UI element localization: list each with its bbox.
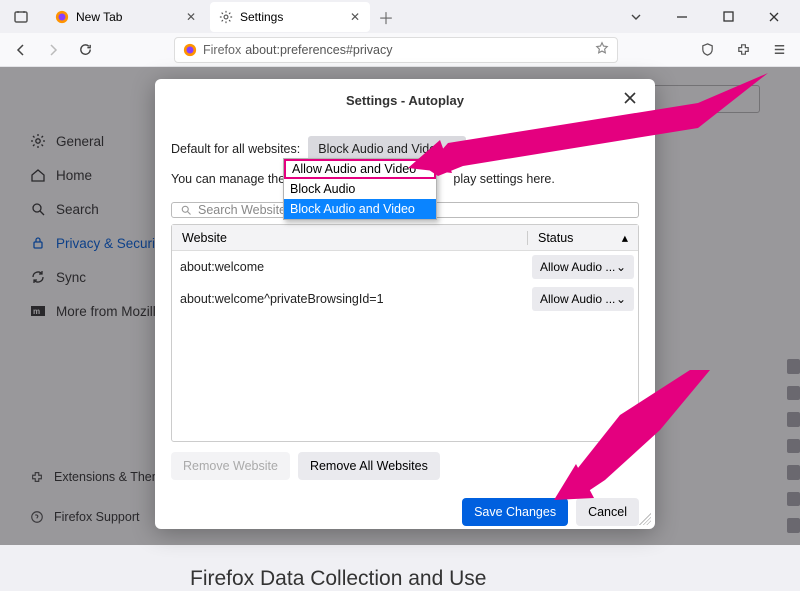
tab-label: Settings: [240, 10, 348, 24]
sort-asc-icon: ▴: [622, 230, 628, 245]
table-row[interactable]: about:welcome^privateBrowsingId=1 Allow …: [172, 283, 638, 315]
titlebar: New Tab ✕ Settings ✕ ＋: [0, 0, 800, 33]
window-close-button[interactable]: [760, 3, 788, 31]
default-label: Default for all websites:: [171, 142, 300, 156]
dropdown-option-allow-av[interactable]: Allow Audio and Video: [284, 159, 436, 179]
gear-icon: [218, 9, 234, 25]
cell-website: about:welcome^privateBrowsingId=1: [172, 292, 528, 306]
chevron-down-icon: ⌄: [616, 292, 626, 306]
dropdown-option-block-av[interactable]: Block Audio and Video: [284, 199, 436, 219]
firefox-icon: [54, 9, 70, 25]
table-row[interactable]: about:welcome Allow Audio ...⌄: [172, 251, 638, 283]
autoplay-dialog: Settings - Autoplay Default for all webs…: [155, 79, 655, 529]
reload-button[interactable]: [72, 37, 98, 63]
shield-icon[interactable]: [694, 37, 720, 63]
save-changes-button[interactable]: Save Changes: [462, 498, 568, 526]
window-minimize-button[interactable]: [668, 3, 696, 31]
forward-button: [40, 37, 66, 63]
remove-all-websites-button[interactable]: Remove All Websites: [298, 452, 440, 480]
new-tab-button[interactable]: ＋: [372, 3, 400, 31]
tab-close-icon[interactable]: ✕: [184, 10, 198, 24]
firefox-brand-icon: [183, 43, 197, 57]
extensions-icon[interactable]: [730, 37, 756, 63]
url-text: about:preferences#privacy: [245, 43, 392, 57]
search-placeholder: Search Website: [198, 203, 286, 217]
dialog-close-button[interactable]: [623, 91, 641, 109]
resize-grip[interactable]: [639, 513, 651, 525]
tab-label: New Tab: [76, 10, 184, 24]
col-header-website[interactable]: Website: [172, 231, 528, 245]
url-identity: Firefox: [203, 43, 241, 57]
bookmark-star-icon[interactable]: [595, 41, 609, 58]
default-select-dropdown: Allow Audio and Video Block Audio Block …: [283, 158, 437, 220]
tab-new[interactable]: New Tab ✕: [46, 2, 206, 32]
tab-settings[interactable]: Settings ✕: [210, 2, 370, 32]
chevron-down-icon: ▾: [451, 144, 456, 155]
section-heading: Firefox Data Collection and Use: [190, 567, 770, 591]
nav-toolbar: Firefox about:preferences#privacy: [0, 33, 800, 67]
overflow-chevron-icon[interactable]: [622, 3, 650, 31]
row-status-select[interactable]: Allow Audio ...⌄: [532, 255, 634, 279]
remove-website-button: Remove Website: [171, 452, 290, 480]
row-status-select[interactable]: Allow Audio ...⌄: [532, 287, 634, 311]
app-menu-button[interactable]: [766, 37, 792, 63]
dialog-title: Settings - Autoplay: [171, 93, 639, 108]
cancel-button[interactable]: Cancel: [576, 498, 639, 526]
website-table: Website Status ▴ about:welcome Allow Aud…: [171, 224, 639, 442]
cell-website: about:welcome: [172, 260, 528, 274]
chevron-down-icon: ⌄: [616, 260, 626, 274]
tab-close-icon[interactable]: ✕: [348, 10, 362, 24]
col-header-status[interactable]: Status ▴: [528, 230, 638, 245]
back-button[interactable]: [8, 37, 34, 63]
search-icon: [180, 204, 192, 216]
app-menu-icon[interactable]: [6, 2, 36, 32]
dropdown-option-block-audio[interactable]: Block Audio: [284, 179, 436, 199]
window-maximize-button[interactable]: [714, 3, 742, 31]
select-value: Block Audio and Video: [318, 142, 443, 156]
url-bar[interactable]: Firefox about:preferences#privacy: [174, 37, 618, 63]
